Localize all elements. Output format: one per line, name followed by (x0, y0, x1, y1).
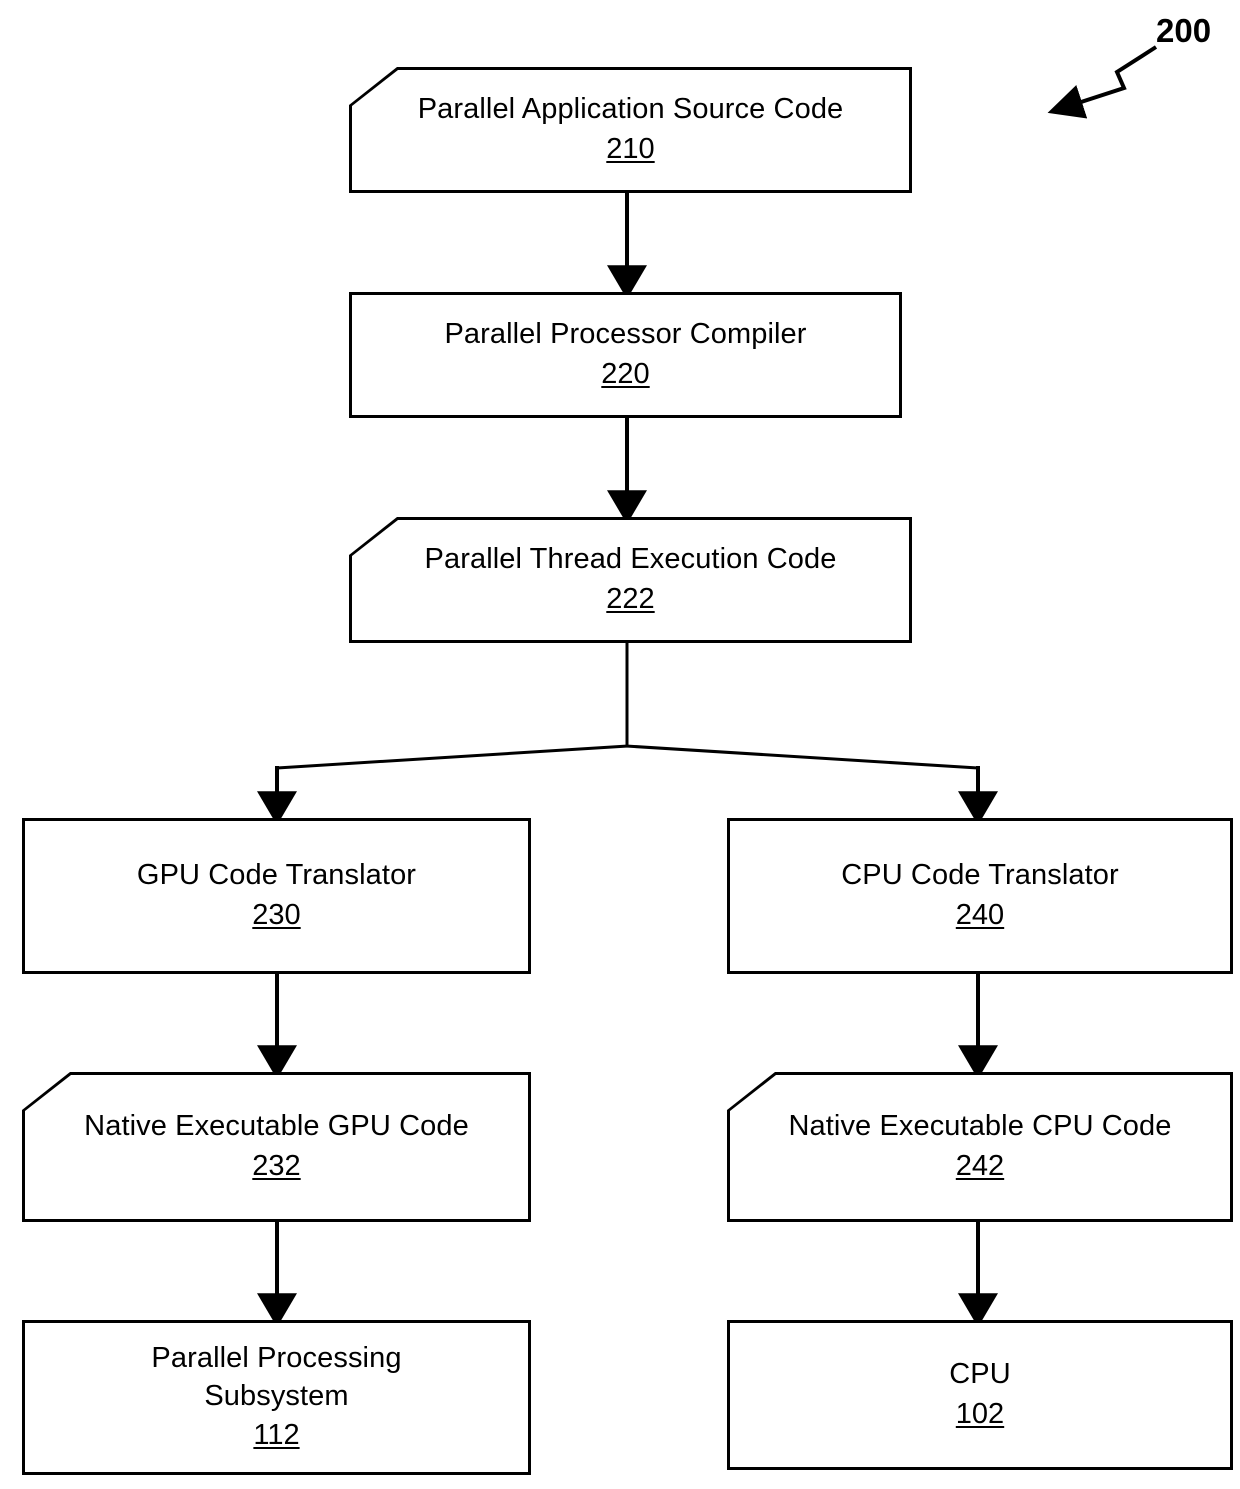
node-label: Native Executable GPU Code (84, 1110, 469, 1143)
connector-layer (257, 45, 1158, 1328)
node-label: Parallel Processor Compiler (444, 318, 807, 351)
node-parallel-thread-execution-code: Parallel Thread Execution Code 222 (349, 517, 912, 643)
node-parallel-application-source-code: Parallel Application Source Code 210 (349, 67, 912, 193)
node-reference-number: 210 (606, 133, 655, 165)
node-reference-number: 240 (955, 899, 1005, 931)
node-native-executable-gpu-code: Native Executable GPU Code 232 (22, 1072, 531, 1222)
node-parallel-processing-subsystem: Parallel Processing Subsystem 112 (22, 1320, 531, 1475)
split-branch-left-diagonal (276, 744, 629, 770)
node-label: Parallel Processing Subsystem (151, 1341, 402, 1412)
node-reference-number: 222 (606, 583, 655, 615)
node-reference-number: 220 (601, 358, 650, 390)
node-label: GPU Code Translator (136, 859, 417, 892)
figure-number: 200 (1156, 12, 1212, 49)
node-label: CPU (949, 1358, 1011, 1391)
split-branch-right-diagonal (625, 744, 979, 770)
node-reference-number: 112 (253, 1419, 300, 1452)
patent-figure-200: 200 Parallel Application Source Code 210… (0, 0, 1240, 1489)
node-parallel-processor-compiler: Parallel Processor Compiler 220 (349, 292, 902, 418)
node-label: Parallel Thread Execution Code (424, 543, 837, 576)
node-reference-number: 102 (955, 1398, 1005, 1430)
node-reference-number: 230 (252, 899, 301, 931)
node-label: Native Executable CPU Code (788, 1110, 1172, 1143)
node-label: CPU Code Translator (841, 859, 1119, 892)
zigzag-leader-arrow-icon (1047, 45, 1158, 119)
node-cpu-code-translator: CPU Code Translator 240 (727, 818, 1233, 974)
node-cpu: CPU 102 (727, 1320, 1233, 1470)
node-gpu-code-translator: GPU Code Translator 230 (22, 818, 531, 974)
node-native-executable-cpu-code: Native Executable CPU Code 242 (727, 1072, 1233, 1222)
node-label: Parallel Application Source Code (417, 93, 844, 126)
node-reference-number: 232 (252, 1150, 301, 1182)
node-reference-number: 242 (955, 1150, 1005, 1182)
